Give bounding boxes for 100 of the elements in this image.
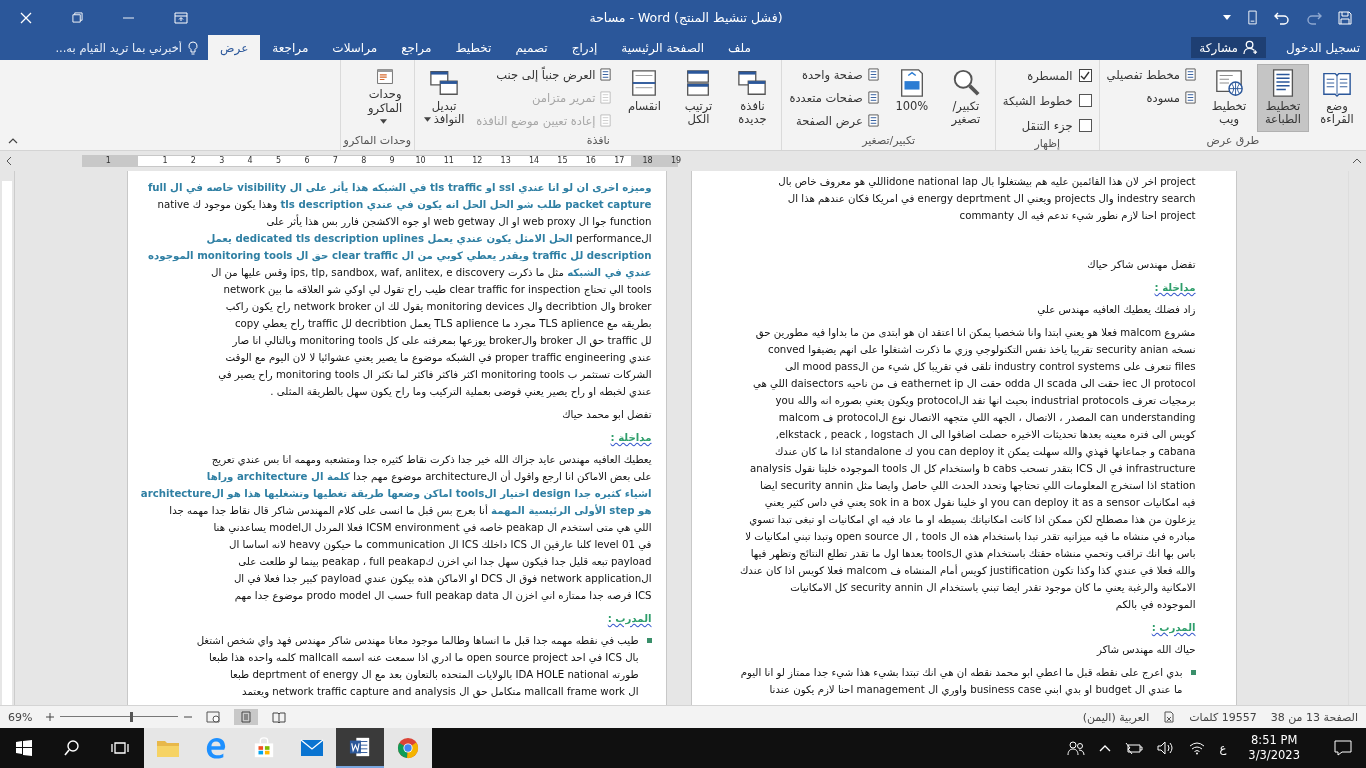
folder-icon [156,738,180,758]
task-view-icon [111,740,129,756]
text-line: cabana و جماعاتها فهذي والله سهلت يمكن you can deploy it ك standalone اذا ما كان عندك [773,445,1196,460]
word-count[interactable]: 19557 كلمات [1189,710,1257,724]
ribbon-checkbox[interactable]: خطوط الشبكة [998,89,1096,112]
ruler-number: 15 [556,157,569,165]
ribbon-checkbox[interactable]: المسطرة [998,64,1096,87]
mail-button[interactable] [288,728,336,768]
windows-icon [429,68,460,98]
language-indicator[interactable]: العربية (اليمن) [1082,710,1150,724]
close-icon[interactable] [20,11,32,24]
battery-icon[interactable] [1125,742,1144,754]
clock-date[interactable]: 3/3/2023 [1248,748,1300,763]
slider-thumb[interactable] [130,712,134,722]
browser-logo-icon [205,737,227,759]
share-button[interactable]: مشاركة [1191,37,1267,58]
volume-icon[interactable] [1157,741,1176,755]
undo-icon[interactable] [1274,10,1290,25]
ruler-number: 8 [360,157,368,165]
zoom-slider[interactable] [60,711,179,723]
ruler-number: 7 [331,157,339,165]
plus-icon[interactable] [46,713,55,721]
text-line: على بعض الاماكن انا ارجع واقول أن الarchitecture موضوع مهم جدا كلمة ال architecture وراها [205,469,652,485]
ribbon-button[interactable]: نافذة جديدة [726,64,779,132]
restore-icon[interactable] [72,12,83,23]
ribbon-button[interactable]: تخطيط ويب [1203,64,1255,132]
group-label: نافذة [585,134,611,149]
text-line: بال ICS في احد open source project ما ادري اذا سمعت عنه اسمه mallcall كلمه واحده هذا طبعا [207,651,639,666]
speaker-heading: المدرب : [1151,621,1196,636]
page-count[interactable]: الصفحة 13 من 38 [1270,710,1358,724]
ribbon-tab[interactable]: ملف [716,35,763,60]
scroll-left-icon[interactable] [6,156,12,166]
checkbox[interactable] [1078,119,1092,132]
ribbon-small-button[interactable]: صفحة واحدة [785,64,884,85]
ribbon-tab[interactable]: تصميم [503,35,560,60]
word-button[interactable] [336,728,384,768]
speaker-heading: مداخلة : [610,431,652,445]
touch-mode-icon[interactable] [1247,10,1258,25]
ribbon-button[interactable]: انقسام [618,64,671,132]
text-line: نسخه security anian تقريبا ياخذ نفس التكنولوجي وزي ما ذكرت اشتغلوا على انهم يضيفوا conved [767,343,1196,358]
ribbon-button[interactable]: وحدات الماكرو [359,64,412,132]
text-line: الشركات تستثمر ب monitoring tools اكثر فاكثر فاكثر لما تكثر ال monitoring tools راح يصير في [217,368,652,383]
ribbon-button[interactable]: تبديل النوافذ [418,64,471,132]
print-layout-button[interactable] [234,709,259,725]
save-icon[interactable] [1338,10,1352,25]
ruler-number: 1 [104,157,112,165]
ribbon-button[interactable]: 100% [885,64,938,132]
text-line: تفضل مهندس شاكر حياك [1086,258,1196,273]
checkbox[interactable] [1078,69,1092,82]
clock-time[interactable]: 8:51 PM [1251,733,1298,748]
ribbon-small-button[interactable]: العرض جنباً إلى جنب [472,64,617,85]
web-page-icon [1214,68,1244,98]
text-line: packet capture طلب شو الحل الحل انه يكون في عندي tls description وهذا يكون موجود ك native [156,198,652,213]
ribbon-small-button[interactable]: مسودة [1102,87,1201,108]
ribbon-small-button[interactable]: صفحات متعددة [785,87,884,108]
ruler-number: 16 [584,157,597,165]
ribbon-tab[interactable]: مراسلات [320,35,390,60]
text-line: لل traffic حق ال broker والbroker يوزعها بمعرفته على كل monitoring tools وبالتالي انا صار [231,334,652,349]
ribbon-checkbox[interactable]: جزء التنقل [998,114,1096,137]
ribbon-tab[interactable]: مراجع [389,35,444,60]
proofing-icon[interactable] [1163,711,1176,723]
redo-icon[interactable] [1306,10,1322,25]
chevron-up-icon[interactable] [1099,744,1112,752]
ribbon-tab[interactable]: إدراج [559,35,610,60]
page-icon [866,114,880,127]
collapse-ribbon-icon[interactable] [8,138,18,144]
person-icon [1243,40,1259,55]
text-line: الامكانية والرغبة يعني ما كان موجود تقدر ايضا تبني باستخدام ال security annin كل الامكانيات [789,581,1196,596]
text-line: station اذا استخرج المعلومات اللي تحتاجها وتحدد الحدث اللي حاصل وايضا مثل security annin ايضا [758,479,1196,494]
sign-in-link[interactable]: تسجيل الدخول [1280,39,1366,56]
wifi-icon[interactable] [1189,741,1206,755]
tell-me-field[interactable]: أخبرني بما تريد القيام به... [0,35,208,60]
text-line: function جوا ال web proxy او ال web getway او جوه الاكشجن فارر بس هذا يأثر على [265,213,652,230]
ribbon-display-icon[interactable] [174,11,188,24]
zoom-level[interactable]: 69% [8,710,33,724]
minimize-icon[interactable] [123,16,134,19]
notification-icon[interactable] [1334,740,1352,756]
ribbon-button[interactable]: تخطيط الطباعة [1257,64,1309,132]
caret-icon[interactable] [1223,14,1231,21]
people-icon[interactable] [1067,740,1086,756]
ribbon-small-button[interactable]: مخطط تفصيلي [1102,64,1201,85]
web-layout-icon[interactable] [206,711,221,723]
ribbon-tab[interactable]: الصفحة الرئيسية [609,35,717,60]
read-mode-icon[interactable] [272,711,287,723]
ribbon-button[interactable]: ترتيب الكل [672,64,725,132]
text-line: indestry search وال projects ويعني ال energy deprtment في امريكا فكان عندهم هذا ال [786,192,1196,207]
ribbon-button[interactable]: تكبير/ تصغير [939,64,992,132]
scroll-up-icon[interactable] [1352,158,1362,164]
ribbon-tab[interactable]: مراجعة [260,35,321,60]
ribbon-tab[interactable]: تخطيط [443,35,504,60]
page-icon [866,91,880,104]
group-label: وحدات الماكرو [343,134,412,149]
ribbon-tab[interactable]: عرض [208,35,261,60]
checkbox[interactable] [1078,94,1092,107]
ribbon-small-button[interactable]: عرض الصفحة [785,110,884,131]
bullet-icon [646,638,652,643]
ribbon-button[interactable]: وضع القراءة [1311,64,1363,132]
input-language[interactable]: ع [1219,741,1227,755]
text-line: infrastructure في ال ICS بتقدر تسحب b cabs واستخدام كل ال tools الموجوده خلينا نقول analysis [749,462,1196,477]
ruler-number: 12 [471,157,484,165]
